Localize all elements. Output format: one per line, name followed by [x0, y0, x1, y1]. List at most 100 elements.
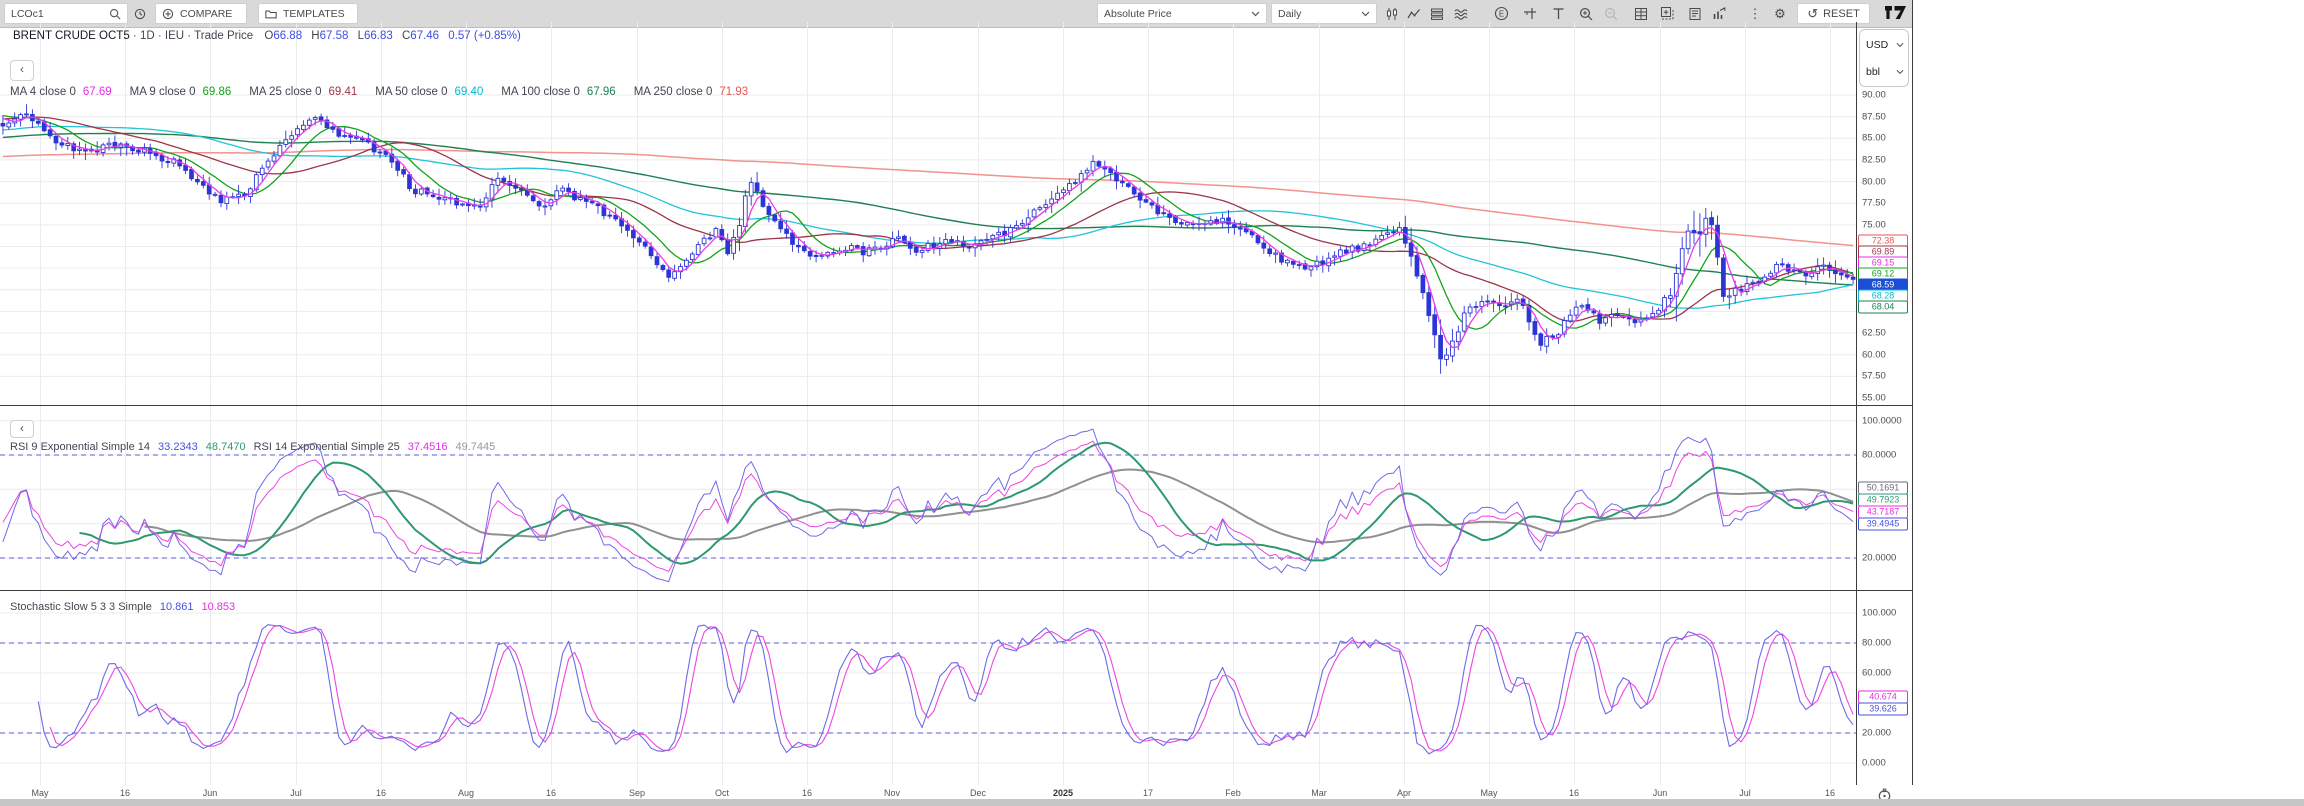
time-label: Dec [970, 788, 986, 798]
svg-text:E: E [1498, 9, 1503, 18]
legend-text: MA 100 close 0 [501, 86, 580, 98]
legend-text: 37.4516 [408, 441, 448, 453]
collapse-rsi-button[interactable]: ‹ [10, 420, 34, 438]
rsi-legend: RSI 9 Exponential Simple 1433.234348.747… [10, 441, 503, 453]
trading-chart-app: LCOc1 COMPARE TEMPLATES Absolute Price [0, 0, 2304, 806]
pane-separator[interactable] [0, 405, 1913, 406]
time-label: 16 [1825, 788, 1835, 798]
stoch-pane-canvas[interactable] [0, 590, 1856, 785]
axis-price-label: 0.000 [1862, 758, 1886, 769]
price-mode-select[interactable]: Absolute Price [1097, 3, 1267, 24]
price-axis-border [1856, 22, 1857, 806]
currency-select[interactable]: USD [1866, 39, 1904, 51]
time-label: Apr [1397, 788, 1411, 798]
line-chart-icon[interactable] [1405, 5, 1423, 22]
legend-text: RSI 14 Exponential Simple 25 [254, 441, 400, 453]
legend-value: 69.41 [328, 86, 357, 98]
axis-price-label: 85.00 [1862, 133, 1886, 144]
collapse-legend-button[interactable]: ‹ [10, 60, 34, 81]
time-label: Jun [1653, 788, 1668, 798]
price-mode-value: Absolute Price [1104, 8, 1172, 20]
time-label: May [31, 788, 48, 798]
app-right-border [1912, 0, 1913, 806]
zoom-out-icon [1602, 5, 1620, 22]
waves-icon[interactable] [1452, 5, 1470, 22]
interval-value: Daily [1278, 8, 1301, 20]
legend-value: 71.93 [719, 86, 748, 98]
legend-interval: 1D [140, 30, 155, 42]
price-tag: 39.4945 [1858, 518, 1908, 531]
rows-layout-icon[interactable] [1428, 5, 1446, 22]
time-label: Oct [715, 788, 729, 798]
folder-icon [265, 8, 277, 20]
legend-text: 10.853 [202, 601, 236, 613]
axis-price-label: 60.000 [1862, 668, 1891, 679]
compare-label: COMPARE [180, 8, 232, 20]
legend-text: 48.7470 [206, 441, 246, 453]
price-tag: 68.04 [1858, 301, 1908, 314]
horizontal-scrollbar[interactable] [0, 799, 2304, 806]
time-label: Sep [629, 788, 645, 798]
compare-button[interactable]: COMPARE [155, 3, 247, 24]
symbol-title[interactable]: BRENT CRUDE OCT5 [13, 30, 130, 42]
low-value: 66.83 [364, 30, 393, 42]
unit-select[interactable]: bbl [1866, 66, 1904, 78]
legend-value: 67.96 [587, 86, 616, 98]
grid-layout-icon[interactable] [1632, 5, 1650, 22]
axis-price-label: 20.000 [1862, 728, 1891, 739]
time-label: Aug [458, 788, 474, 798]
unit-selector: USD bbl [1859, 29, 1909, 87]
interval-select[interactable]: Daily [1271, 3, 1377, 24]
symbol-text: LCOc1 [11, 8, 44, 20]
time-label: Jul [1739, 788, 1751, 798]
close-value: 67.46 [410, 30, 439, 42]
search-icon [109, 8, 121, 20]
measure-icon[interactable] [1521, 5, 1539, 22]
axis-price-label: 82.50 [1862, 154, 1886, 165]
time-label: Mar [1311, 788, 1327, 798]
time-label: May [1480, 788, 1497, 798]
legend-value: 69.40 [455, 86, 484, 98]
text-tool-icon[interactable] [1549, 5, 1567, 22]
settings-gear-icon[interactable]: ⚙ [1771, 5, 1789, 22]
axis-price-label: 57.50 [1862, 371, 1886, 382]
price-pane-canvas[interactable] [0, 22, 1856, 405]
time-label: 16 [546, 788, 556, 798]
more-options-icon[interactable]: ⋮ [1746, 5, 1764, 22]
volume-chart-icon[interactable] [1710, 5, 1728, 22]
legend-text: MA 9 close 0 [130, 86, 196, 98]
legend-text: 33.2343 [158, 441, 198, 453]
time-label: Jun [203, 788, 218, 798]
reset-button[interactable]: ↺ RESET [1797, 3, 1870, 24]
ma-legend: MA 4 close 067.69MA 9 close 069.86MA 25 … [10, 86, 766, 98]
legend-text: 10.861 [160, 601, 194, 613]
axis-price-label: 80.0000 [1862, 450, 1896, 461]
symbol-legend: BRENT CRUDE OCT5 · 1D · IEU · Trade Pric… [13, 30, 521, 42]
clock-icon[interactable] [131, 5, 149, 22]
candlestick-style-icon[interactable] [1383, 5, 1401, 22]
axis-price-label: 100.0000 [1862, 415, 1902, 426]
templates-button[interactable]: TEMPLATES [258, 3, 358, 24]
zoom-in-icon[interactable] [1577, 5, 1595, 22]
events-icon[interactable]: E [1492, 5, 1510, 22]
axis-price-label: 80.000 [1862, 638, 1891, 649]
time-label: Feb [1225, 788, 1241, 798]
add-pane-icon[interactable] [1658, 5, 1676, 22]
legend-value: 67.69 [83, 86, 112, 98]
rsi-pane-canvas[interactable] [0, 405, 1856, 590]
time-label: 16 [120, 788, 130, 798]
unit-value: bbl [1866, 66, 1880, 78]
time-label: 16 [1569, 788, 1579, 798]
axis-price-label: 62.50 [1862, 328, 1886, 339]
pane-separator[interactable] [0, 590, 1913, 591]
axis-price-label: 60.00 [1862, 349, 1886, 360]
open-value: 66.88 [273, 30, 302, 42]
legend-value: 69.86 [202, 86, 231, 98]
news-icon[interactable] [1686, 5, 1704, 22]
legend-text: MA 250 close 0 [634, 86, 713, 98]
tradingview-logo[interactable] [1884, 4, 1908, 21]
reset-label: RESET [1823, 8, 1860, 20]
change-value: 0.57 (+0.85%) [448, 30, 521, 42]
legend-text: MA 50 close 0 [375, 86, 447, 98]
symbol-search-input[interactable]: LCOc1 [4, 3, 128, 24]
